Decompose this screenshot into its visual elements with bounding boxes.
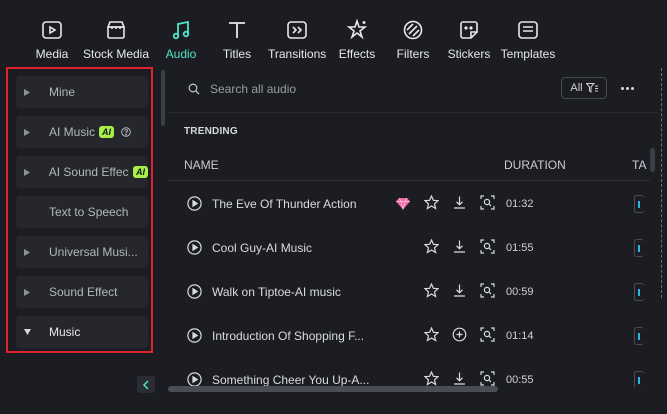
panel-edge xyxy=(657,68,667,414)
tag-chip[interactable] xyxy=(634,283,644,301)
favorite-star-icon[interactable] xyxy=(424,327,439,342)
download-icon[interactable] xyxy=(452,371,467,386)
effects-icon xyxy=(346,18,368,40)
tag-chip[interactable] xyxy=(634,239,644,257)
table-row[interactable]: Introduction Of Shopping F... 01:14 xyxy=(168,313,650,357)
sidebar-item-ai-music[interactable]: AI Music AI xyxy=(16,116,148,148)
tab-transitions[interactable]: Transitions xyxy=(268,18,326,64)
horizontal-scrollbar[interactable] xyxy=(168,386,498,392)
filter-icon xyxy=(585,83,598,93)
play-icon[interactable] xyxy=(187,240,202,255)
list-scrollbar[interactable] xyxy=(650,148,655,172)
stock-media-icon xyxy=(106,21,126,39)
audio-category-sidebar: Mine AI Music AI AI Sound Effect AI Text… xyxy=(6,67,155,353)
sidebar-item-mine[interactable]: Mine xyxy=(16,76,148,108)
ai-scan-icon[interactable] xyxy=(480,327,495,342)
search-input[interactable] xyxy=(210,82,510,96)
tab-stock-media[interactable]: Stock Media xyxy=(82,18,150,64)
play-icon[interactable] xyxy=(187,328,202,343)
sidebar-item-universal-music[interactable]: Universal Musi... xyxy=(16,236,148,268)
add-circle-icon[interactable] xyxy=(452,327,467,342)
titles-icon xyxy=(229,22,245,38)
download-icon[interactable] xyxy=(452,195,467,210)
tag-chip[interactable] xyxy=(634,327,644,345)
column-header-duration[interactable]: DURATION xyxy=(504,158,566,172)
media-icon xyxy=(42,21,62,39)
ai-badge: AI xyxy=(133,166,148,178)
search-bar xyxy=(188,78,548,100)
tab-stickers[interactable]: Stickers xyxy=(447,18,491,64)
ai-scan-icon[interactable] xyxy=(480,371,495,386)
transitions-icon xyxy=(287,21,307,39)
caret-right-icon xyxy=(23,168,31,176)
play-icon[interactable] xyxy=(187,196,202,211)
section-title: TRENDING xyxy=(184,126,238,137)
more-options-button[interactable] xyxy=(617,78,637,98)
caret-right-icon xyxy=(23,248,31,256)
table-row[interactable]: Walk on Tiptoe-AI music 00:59 xyxy=(168,269,650,313)
tab-templates[interactable]: Templates xyxy=(499,18,557,64)
table-row[interactable]: The Eve Of Thunder Action 01:32 xyxy=(168,181,650,225)
column-header-tag[interactable]: TA xyxy=(632,158,646,172)
templates-icon xyxy=(518,21,538,39)
sidebar-item-sound-effect[interactable]: Sound Effect xyxy=(16,276,148,308)
favorite-star-icon[interactable] xyxy=(424,283,439,298)
filters-icon xyxy=(403,20,423,40)
music-note-icon xyxy=(172,20,190,40)
ai-scan-icon[interactable] xyxy=(480,283,495,298)
divider xyxy=(168,112,658,113)
tab-filters[interactable]: Filters xyxy=(395,18,431,64)
sidebar-scrollbar[interactable] xyxy=(161,70,165,126)
collapse-sidebar-button[interactable] xyxy=(137,376,155,393)
play-icon[interactable] xyxy=(187,284,202,299)
tab-titles[interactable]: Titles xyxy=(222,18,252,64)
tab-media[interactable]: Media xyxy=(34,18,70,64)
tag-chip[interactable] xyxy=(634,371,644,387)
premium-gem-icon xyxy=(396,197,410,210)
play-icon[interactable] xyxy=(187,372,202,387)
column-header-name[interactable]: NAME xyxy=(184,158,219,172)
tab-effects[interactable]: Effects xyxy=(337,18,377,64)
dot-icon xyxy=(625,86,629,90)
caret-right-icon xyxy=(23,288,31,296)
ai-scan-icon[interactable] xyxy=(480,239,495,254)
tag-chip[interactable] xyxy=(634,195,644,213)
dot-icon xyxy=(630,86,634,90)
download-icon[interactable] xyxy=(452,283,467,298)
ai-badge: AI xyxy=(99,126,115,138)
dot-icon xyxy=(620,86,624,90)
search-icon xyxy=(188,83,200,95)
ai-scan-icon[interactable] xyxy=(480,195,495,210)
caret-right-icon xyxy=(23,128,31,136)
panel-resize-guide[interactable] xyxy=(661,68,662,298)
caret-down-icon xyxy=(23,329,31,335)
favorite-star-icon[interactable] xyxy=(424,195,439,210)
filter-all-button[interactable]: All xyxy=(561,77,607,99)
tab-audio[interactable]: Audio xyxy=(163,18,199,64)
sidebar-item-ai-sound-effect[interactable]: AI Sound Effect AI xyxy=(16,156,148,188)
help-icon[interactable] xyxy=(121,127,131,137)
sidebar-item-music[interactable]: Music xyxy=(16,316,148,348)
sidebar-item-text-to-speech[interactable]: Text to Speech xyxy=(16,196,148,228)
favorite-star-icon[interactable] xyxy=(424,239,439,254)
table-row[interactable]: Something Cheer You Up-A... 00:55 xyxy=(168,357,650,387)
stickers-icon xyxy=(460,21,478,39)
chevron-left-icon xyxy=(142,379,149,390)
table-row[interactable]: Cool Guy-AI Music 01:55 xyxy=(168,225,650,269)
top-toolbar: Media Stock Media Audio Titles Transitio… xyxy=(0,0,667,68)
download-icon[interactable] xyxy=(452,239,467,254)
caret-right-icon xyxy=(23,88,31,96)
favorite-star-icon[interactable] xyxy=(424,371,439,386)
